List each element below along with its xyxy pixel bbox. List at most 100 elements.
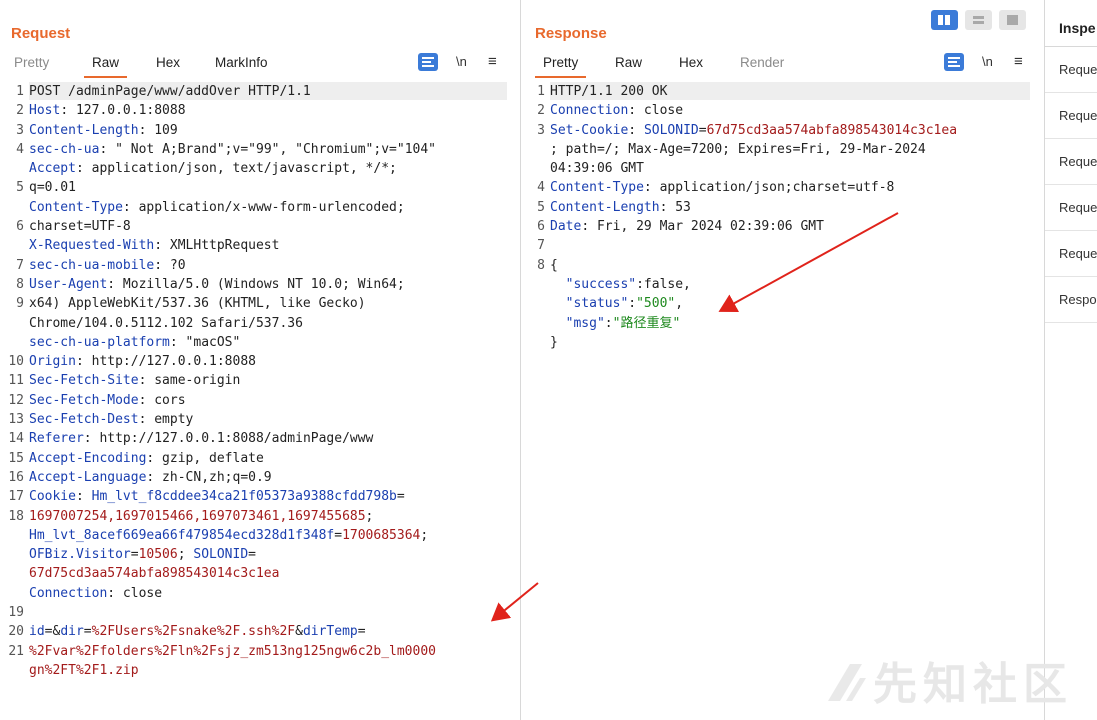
code-line[interactable]: X-Requested-With: XMLHttpRequest	[29, 236, 514, 255]
request-editor[interactable]: 1 2 3 4 5 6 7 8 9 10 11 12 13 14 15 16 17 18 19 20 21 POST /…	[0, 82, 520, 720]
tab-markinfo[interactable]: MarkInfo	[213, 53, 270, 75]
code-line[interactable]: Content-Type: application/json;charset=u…	[550, 178, 1038, 197]
line-number	[0, 700, 24, 719]
inspector-item[interactable]: Reque	[1045, 139, 1097, 185]
pretty-print-icon[interactable]	[418, 53, 438, 71]
code-line[interactable]: Sec-Fetch-Site: same-origin	[29, 371, 514, 390]
code-line[interactable]: sec-ch-ua: " Not A;Brand";v="99", "Chrom…	[29, 140, 514, 159]
code-line[interactable]: "status":"500",	[550, 294, 1038, 313]
code-line[interactable]: "msg":"路径重复"	[550, 314, 1038, 333]
code-line[interactable]: 1697007254,1697015466,1697073461,1697455…	[29, 507, 514, 526]
code-line[interactable]: sec-ch-ua-mobile: ?0	[29, 256, 514, 275]
code-line[interactable]: Origin: http://127.0.0.1:8088	[29, 352, 514, 371]
inspector-item[interactable]: Reque	[1045, 231, 1097, 277]
tab-raw[interactable]: Raw	[613, 53, 644, 75]
code-line[interactable]	[29, 603, 514, 622]
code-line[interactable]: }	[550, 333, 1038, 352]
code-text: : "macOS"	[169, 334, 241, 350]
response-title: Response	[535, 25, 607, 42]
code-text: : 109	[138, 122, 178, 138]
line-number: 11	[8, 373, 24, 389]
code-line[interactable]: Connection: close	[29, 584, 514, 603]
code-line[interactable]: Hm_lvt_8acef669ea66f479854ecd328d1f348f=…	[29, 526, 514, 545]
line-number	[521, 275, 545, 294]
code-line[interactable]: Chrome/104.0.5112.102 Safari/537.36	[29, 314, 514, 333]
layout-stacked-icon[interactable]	[965, 10, 992, 30]
pretty-print-icon[interactable]	[944, 53, 964, 71]
code-line[interactable]: 04:39:06 GMT	[550, 159, 1038, 178]
code-text: =&	[44, 624, 61, 640]
code-line[interactable]: Referer: http://127.0.0.1:8088/adminPage…	[29, 429, 514, 448]
code-line[interactable]	[550, 236, 1038, 255]
request-text[interactable]: POST /adminPage/www/addOver HTTP/1.1 Host…	[29, 82, 514, 680]
layout-tabs-icon[interactable]	[999, 10, 1026, 30]
code-line[interactable]: %2Fvar%2Ffolders%2Fln%2Fsjz_zm513ng125ng…	[29, 642, 514, 661]
tab-hex[interactable]: Hex	[154, 53, 182, 75]
code-line[interactable]: POST /adminPage/www/addOver HTTP/1.1	[29, 82, 514, 101]
inspector-panel: Inspe Reque Reque Reque Reque Reque Resp…	[1045, 0, 1097, 720]
response-editor[interactable]: 1 2 3 4 5 6 7 8 HTTP/1.1 200 OK Connection: clos…	[521, 82, 1044, 720]
code-text: q=0.01	[29, 180, 76, 196]
line-number: 5	[16, 180, 24, 196]
header-key: Hm_lvt_8acef669ea66f479854ecd328d1f348f	[29, 527, 335, 543]
tab-render[interactable]: Render	[738, 53, 786, 75]
tab-pretty[interactable]: Pretty	[534, 53, 587, 78]
code-line[interactable]: Accept-Encoding: gzip, deflate	[29, 449, 514, 468]
response-text[interactable]: HTTP/1.1 200 OK Connection: close Set-Cook…	[550, 82, 1038, 352]
code-line[interactable]: charset=UTF-8	[29, 217, 514, 236]
code-line[interactable]: Content-Length: 109	[29, 121, 514, 140]
tab-raw[interactable]: Raw	[83, 53, 128, 78]
code-line[interactable]: Accept: application/json, text/javascrip…	[29, 159, 514, 178]
menu-icon[interactable]: ≡	[1014, 53, 1023, 71]
code-line[interactable]: sec-ch-ua-platform: "macOS"	[29, 333, 514, 352]
code-line[interactable]: Sec-Fetch-Mode: cors	[29, 391, 514, 410]
code-line[interactable]: Date: Fri, 29 Mar 2024 02:39:06 GMT	[550, 217, 1038, 236]
header-key: OFBiz.Visitor	[29, 547, 131, 563]
header-key: Hm_lvt_f8cddee34ca21f05373a9388cfdd798b	[91, 489, 397, 505]
newline-toggle-icon[interactable]: \n	[456, 53, 467, 71]
code-line[interactable]: OFBiz.Visitor=10506; SOLONID=	[29, 545, 514, 564]
code-text: ;	[365, 508, 374, 524]
layout-side-by-side-icon[interactable]	[931, 10, 958, 30]
code-line[interactable]: Connection: close	[550, 101, 1038, 120]
code-line[interactable]: Cookie: Hm_lvt_f8cddee34ca21f05373a9388c…	[29, 487, 514, 506]
request-title: Request	[11, 25, 71, 42]
menu-icon[interactable]: ≡	[488, 53, 497, 71]
header-key: Accept	[29, 161, 76, 177]
inspector-item[interactable]: Respo	[1045, 277, 1097, 323]
inspector-item[interactable]: Reque	[1045, 47, 1097, 93]
line-number: 2	[16, 103, 24, 119]
code-line[interactable]: Content-Length: 53	[550, 198, 1038, 217]
line-number	[521, 159, 545, 178]
code-text: : http://127.0.0.1:8088/adminPage/www	[83, 431, 374, 447]
code-line[interactable]: User-Agent: Mozilla/5.0 (Windows NT 10.0…	[29, 275, 514, 294]
tab-hex[interactable]: Hex	[677, 53, 705, 75]
code-line[interactable]: x64) AppleWebKit/537.36 (KHTML, like Gec…	[29, 294, 514, 313]
inspector-item[interactable]: Reque	[1045, 93, 1097, 139]
code-line[interactable]: {	[550, 256, 1038, 275]
code-line[interactable]: 67d75cd3aa574abfa898543014c3c1ea	[29, 564, 514, 583]
tab-pretty[interactable]: Pretty	[12, 53, 51, 75]
code-text: : ?0	[154, 257, 186, 273]
code-text: =	[396, 489, 405, 505]
code-line[interactable]: "success":false,	[550, 275, 1038, 294]
code-line[interactable]: Set-Cookie: SOLONID=67d75cd3aa574abfa898…	[550, 121, 1038, 140]
header-key: Content-Length	[550, 199, 660, 215]
code-line[interactable]: Accept-Language: zh-CN,zh;q=0.9	[29, 468, 514, 487]
line-number: 4	[16, 141, 24, 157]
newline-toggle-icon[interactable]: \n	[982, 53, 993, 71]
code-line[interactable]: HTTP/1.1 200 OK	[550, 82, 1038, 101]
json-string: "500"	[636, 296, 676, 312]
response-line-numbers: 1 2 3 4 5 6 7 8	[521, 82, 545, 333]
code-line[interactable]: Sec-Fetch-Dest: empty	[29, 410, 514, 429]
param-value: 10506	[138, 547, 178, 563]
code-line[interactable]: gn%2FT%2F1.zip	[29, 661, 514, 680]
code-text: : application/x-www-form-urlencoded;	[122, 199, 405, 215]
code-text: : application/json, text/javascript, */*…	[75, 161, 397, 177]
code-line[interactable]: q=0.01	[29, 178, 514, 197]
code-line[interactable]: id=&dir=%2FUsers%2Fsnake%2F.ssh%2F&dirTe…	[29, 622, 514, 641]
code-line[interactable]: Host: 127.0.0.1:8088	[29, 101, 514, 120]
code-line[interactable]: Content-Type: application/x-www-form-url…	[29, 198, 514, 217]
inspector-item[interactable]: Reque	[1045, 185, 1097, 231]
code-line[interactable]: ; path=/; Max-Age=7200; Expires=Fri, 29-…	[550, 140, 1038, 159]
